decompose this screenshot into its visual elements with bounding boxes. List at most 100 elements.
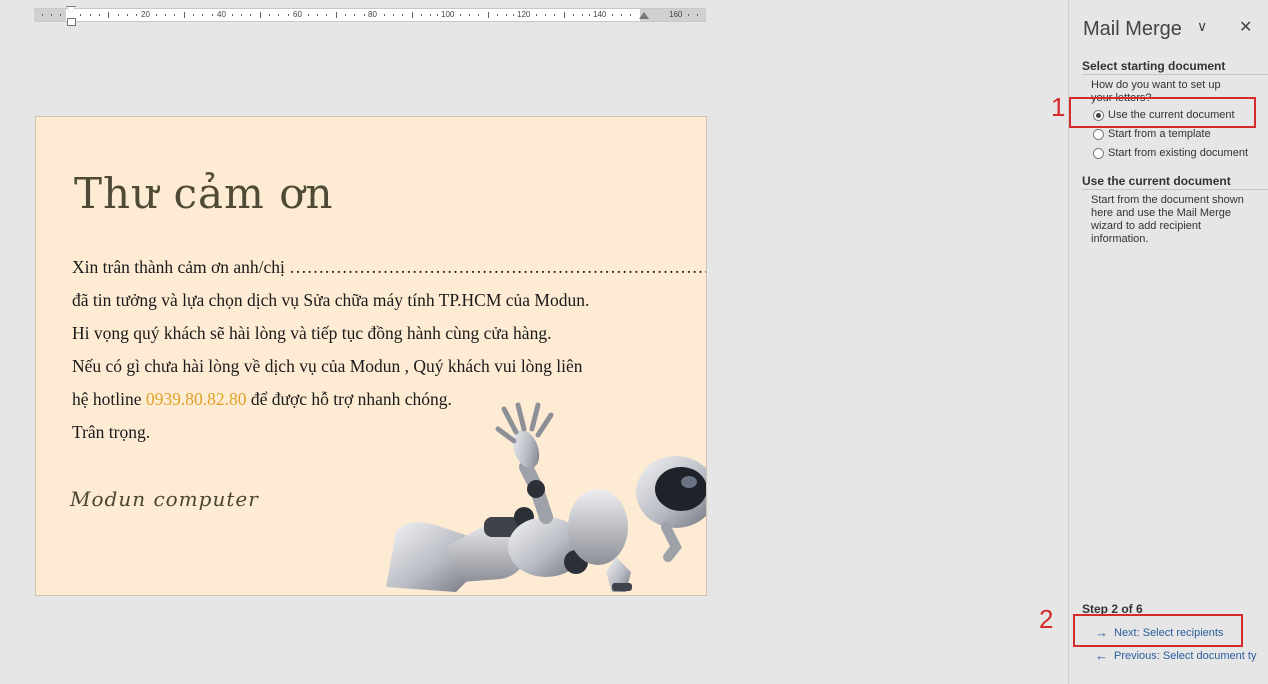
ruler-tick xyxy=(288,14,289,16)
ruler-tick xyxy=(193,14,194,16)
ruler-tick xyxy=(127,14,128,16)
left-indent-marker[interactable] xyxy=(67,18,76,26)
ruler-tick xyxy=(212,14,213,16)
ruler-label: 60 xyxy=(292,9,303,21)
ruler-tick xyxy=(60,14,61,16)
previous-step-link[interactable]: ← Previous: Select document ty xyxy=(1095,648,1256,663)
ruler-tick xyxy=(42,14,43,16)
ruler-tick xyxy=(345,14,346,16)
signature: Modun computer xyxy=(70,487,259,511)
ruler-tick xyxy=(317,14,318,16)
ruler-tick xyxy=(506,14,507,16)
ruler-tick xyxy=(326,14,327,16)
document-page[interactable]: Thư cảm ơn Xin trân thành cảm ơn anh/chị… xyxy=(35,116,707,596)
ruler-tick xyxy=(278,14,279,16)
first-line-indent-marker-fill xyxy=(67,7,75,13)
annotation-box xyxy=(1073,614,1243,647)
section-heading: Select starting document xyxy=(1082,59,1268,75)
ruler-tick xyxy=(99,14,100,16)
ruler-label: 20 xyxy=(140,9,151,21)
ruler-tick xyxy=(497,14,498,16)
ruler-tick xyxy=(364,14,365,16)
body-line: Xin trân thành cảm ơn anh/chị …………………………… xyxy=(72,257,707,277)
arrow-left-icon: ← xyxy=(1095,648,1108,663)
closing-line: Trân trọng. xyxy=(72,422,151,442)
ruler-tick xyxy=(118,14,119,16)
ruler-tick xyxy=(260,12,261,18)
ruler-tick xyxy=(156,14,157,16)
ruler-tick xyxy=(184,12,185,18)
pane-title: Mail Merge xyxy=(1083,18,1182,40)
ruler-tick xyxy=(554,14,555,16)
ruler-tick xyxy=(430,14,431,16)
ruler-label: 40 xyxy=(216,9,227,21)
ruler-label: 100 xyxy=(440,9,456,21)
annotation-number: 2 xyxy=(1039,604,1054,634)
ruler-tick xyxy=(269,14,270,16)
radio-icon[interactable] xyxy=(1093,128,1104,140)
ruler-tick xyxy=(688,14,689,16)
ruler-tick xyxy=(90,14,91,16)
radio-start-from-template[interactable]: Start from a template xyxy=(1093,128,1211,140)
ruler-tick xyxy=(412,12,413,18)
ruler-tick xyxy=(630,14,631,16)
ruler-label: 140 xyxy=(592,9,608,21)
ruler-tick xyxy=(165,14,166,16)
ruler-tick xyxy=(621,14,622,16)
close-icon[interactable]: ✕ xyxy=(1239,17,1252,37)
ruler-tick xyxy=(460,14,461,16)
ruler-label: 120 xyxy=(516,9,532,21)
ruler-label: 160 xyxy=(668,9,684,21)
radio-label[interactable]: Start from a template xyxy=(1108,128,1211,140)
ruler-tick xyxy=(564,12,565,18)
card-title: Thư cảm ơn xyxy=(74,169,334,218)
horizontal-ruler[interactable]: 20 40 60 80 100 120 140 160 xyxy=(34,8,706,22)
ruler-tick xyxy=(437,14,438,16)
previous-step-label[interactable]: Previous: Select document ty xyxy=(1114,650,1256,662)
ruler-tick xyxy=(336,12,337,18)
radio-label[interactable]: Start from existing document xyxy=(1108,147,1248,159)
body-line: Nếu có gì chưa hài lòng về dịch vụ của M… xyxy=(72,356,583,376)
chevron-down-icon[interactable]: ∨ xyxy=(1197,18,1207,35)
ruler-tick xyxy=(612,14,613,16)
ruler-tick xyxy=(232,14,233,16)
ruler-tick xyxy=(421,14,422,16)
section-description: Start from the document shown here and u… xyxy=(1091,194,1244,245)
ruler-tick xyxy=(545,14,546,16)
body-line: Hi vọng quý khách sẽ hài lòng và tiếp tụ… xyxy=(72,323,552,343)
ruler-tick xyxy=(589,14,590,16)
robot-illustration xyxy=(386,402,706,592)
ruler-tick xyxy=(488,12,489,18)
ruler-tick xyxy=(393,14,394,16)
annotation-box xyxy=(1069,97,1256,128)
ruler-tick xyxy=(697,14,698,16)
right-indent-marker[interactable] xyxy=(639,12,649,19)
radio-start-from-existing[interactable]: Start from existing document xyxy=(1093,147,1248,159)
ruler-tick xyxy=(354,14,355,16)
ruler-tick xyxy=(80,14,81,16)
ruler-tick xyxy=(308,14,309,16)
body-line: đã tin tưởng và lựa chọn dịch vụ Sửa chữ… xyxy=(72,290,590,310)
section-heading: Use the current document xyxy=(1082,174,1268,190)
ruler-tick xyxy=(136,14,137,16)
radio-icon[interactable] xyxy=(1093,147,1104,159)
ruler-tick xyxy=(573,14,574,16)
ruler-tick xyxy=(582,14,583,16)
ruler-tick xyxy=(241,14,242,16)
ruler-tick xyxy=(202,14,203,16)
ruler-margin-left xyxy=(34,9,66,21)
ruler-tick xyxy=(108,12,109,18)
ruler-tick xyxy=(469,14,470,16)
hotline-number: 0939.80.82.80 xyxy=(145,389,247,409)
ruler-tick xyxy=(51,14,52,16)
hotline-prefix: hệ hotline xyxy=(72,389,146,409)
ruler-tick xyxy=(384,14,385,16)
ruler-label: 80 xyxy=(367,9,378,21)
ruler-tick xyxy=(402,14,403,16)
annotation-number: 1 xyxy=(1051,92,1066,122)
ruler-tick xyxy=(478,14,479,16)
ruler-tick xyxy=(174,14,175,16)
ruler-tick xyxy=(513,14,514,16)
ruler-tick xyxy=(536,14,537,16)
ruler-tick xyxy=(250,14,251,16)
